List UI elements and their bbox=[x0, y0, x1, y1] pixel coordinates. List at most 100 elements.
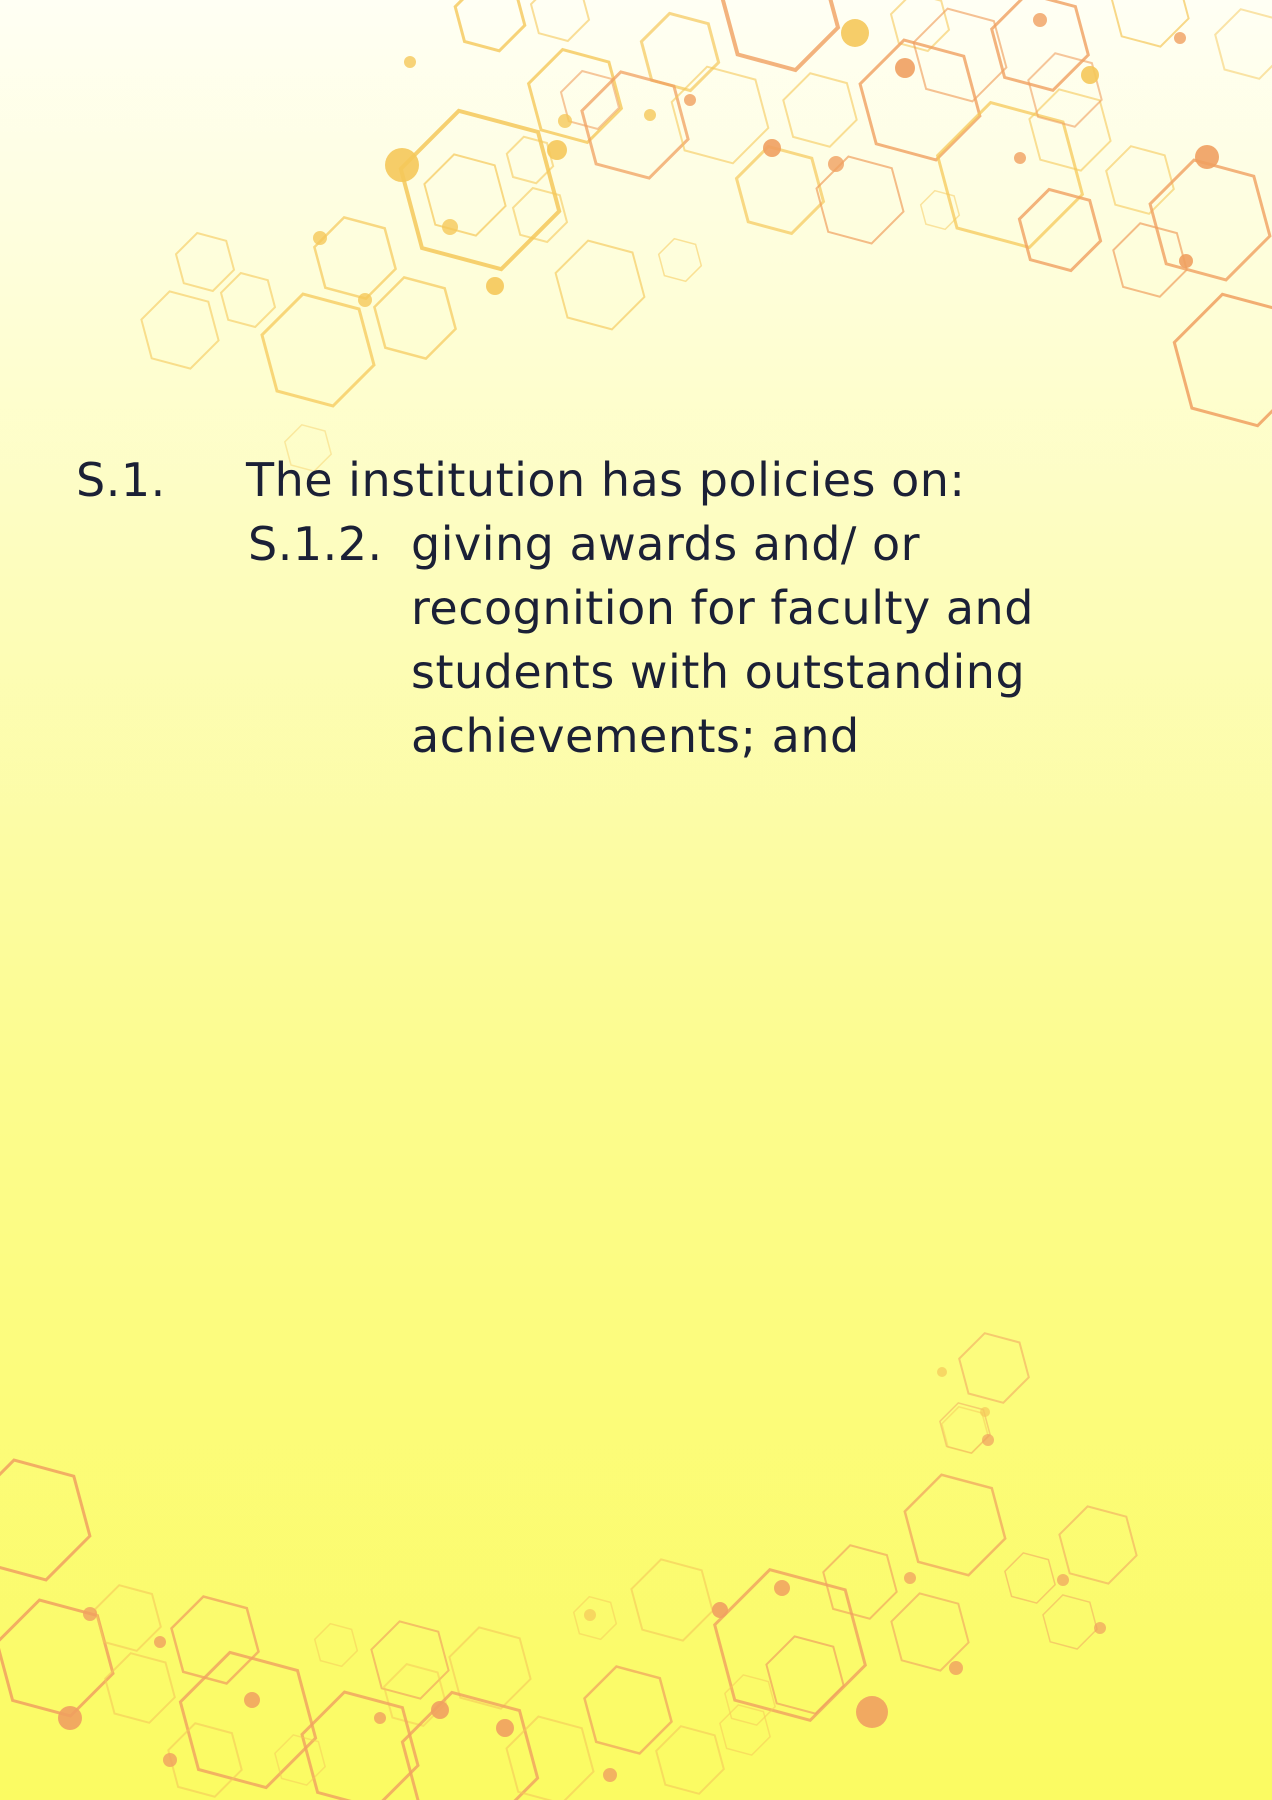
hexagon-shape bbox=[1017, 187, 1103, 273]
node-dot bbox=[558, 114, 572, 128]
node-dot bbox=[712, 1602, 728, 1618]
hexagon-shape bbox=[178, 1650, 318, 1790]
hexagon-network-decoration bbox=[0, 0, 1272, 1800]
hexagon-shape bbox=[657, 237, 703, 283]
hexagon-shape bbox=[890, 1592, 970, 1672]
node-dot bbox=[828, 156, 844, 172]
hexagon-shape bbox=[373, 276, 457, 360]
hexagon-shape bbox=[526, 47, 624, 145]
hexagon-shape bbox=[219, 271, 277, 329]
node-dot bbox=[1094, 1622, 1106, 1634]
node-dot bbox=[904, 1572, 916, 1584]
hexagon-shape bbox=[583, 1665, 673, 1755]
node-dot bbox=[374, 1712, 386, 1724]
hexagon-shape bbox=[140, 290, 220, 370]
node-dot bbox=[1174, 32, 1186, 44]
hexagon-shape bbox=[1004, 1552, 1056, 1604]
hexagon-shape bbox=[313, 216, 397, 300]
hexagon-shape bbox=[370, 1620, 450, 1700]
node-dot bbox=[1033, 13, 1047, 27]
node-dot bbox=[856, 1696, 888, 1728]
hexagon-shape bbox=[453, 0, 527, 53]
hexagon-shape bbox=[1214, 8, 1272, 80]
hexagon-shape bbox=[505, 1715, 595, 1800]
subsection-line: students with outstanding bbox=[411, 645, 1026, 699]
hexagon-shape bbox=[782, 72, 858, 148]
hexagon-shape bbox=[167, 1722, 243, 1798]
node-dot bbox=[547, 140, 567, 160]
hexagon-shape bbox=[1028, 88, 1112, 172]
node-dot bbox=[603, 1768, 617, 1782]
hexagon-shape bbox=[655, 1725, 725, 1795]
hexagon-shape bbox=[400, 1690, 540, 1800]
node-dot bbox=[486, 277, 504, 295]
node-dot bbox=[763, 139, 781, 157]
hexagon-shape bbox=[903, 1473, 1007, 1577]
node-dot bbox=[163, 1753, 177, 1767]
hexagon-shape bbox=[935, 100, 1085, 250]
hexagon-shape bbox=[713, 1568, 867, 1722]
node-dot bbox=[154, 1636, 166, 1648]
hexagon-shape bbox=[630, 1558, 714, 1642]
hexagon-shape bbox=[1042, 1594, 1098, 1650]
hexagon-shape bbox=[719, 1704, 771, 1756]
node-dot bbox=[1057, 1574, 1069, 1586]
node-dot bbox=[404, 56, 416, 68]
node-dot bbox=[895, 58, 915, 78]
subsection-line: recognition for faculty and bbox=[411, 581, 1034, 635]
node-dot bbox=[83, 1607, 97, 1621]
hexagon-shape bbox=[1105, 145, 1175, 215]
node-dot bbox=[644, 109, 656, 121]
node-dot bbox=[980, 1407, 990, 1417]
hexagon-shape bbox=[511, 186, 569, 244]
hexagon-shape bbox=[170, 1595, 260, 1685]
hexagon-shape bbox=[670, 65, 770, 165]
node-dot bbox=[431, 1701, 449, 1719]
subsection-line: giving awards and/ or bbox=[411, 517, 921, 571]
hexagon-shape bbox=[858, 38, 982, 162]
node-dot bbox=[684, 94, 696, 106]
node-dot bbox=[584, 1609, 596, 1621]
node-dot bbox=[313, 231, 327, 245]
hexagon-shape bbox=[1148, 158, 1272, 282]
hexagon-shape bbox=[260, 292, 376, 408]
node-dot bbox=[949, 1661, 963, 1675]
hexagon-shape bbox=[765, 1635, 845, 1715]
node-dot bbox=[358, 293, 372, 307]
node-dot bbox=[1014, 152, 1026, 164]
node-dot bbox=[58, 1706, 82, 1730]
node-dot bbox=[841, 19, 869, 47]
hexagon-shape bbox=[423, 153, 507, 237]
hexagon-shape bbox=[398, 108, 562, 272]
subsection-text: giving awards and/ or recognition for fa… bbox=[411, 512, 1034, 768]
hexagon-shape bbox=[554, 239, 646, 331]
hexagon-shape bbox=[734, 144, 826, 236]
node-dot bbox=[244, 1692, 260, 1708]
hexagon-shape bbox=[1058, 1505, 1138, 1585]
hexagon-shape bbox=[0, 1458, 92, 1582]
hexagon-shape bbox=[958, 1332, 1030, 1404]
node-dot bbox=[385, 148, 419, 182]
node-dot bbox=[774, 1580, 790, 1596]
node-dot bbox=[442, 219, 458, 235]
hexagon-shape bbox=[720, 0, 841, 73]
node-dot bbox=[1179, 254, 1193, 268]
hexagon-shape bbox=[174, 231, 236, 293]
section-number: S.1. bbox=[76, 453, 166, 507]
hexagon-shape bbox=[815, 155, 905, 245]
node-dot bbox=[937, 1367, 947, 1377]
hexagon-shape bbox=[1112, 222, 1188, 298]
node-dot bbox=[1195, 145, 1219, 169]
node-dot bbox=[982, 1434, 994, 1446]
hexagon-shape bbox=[529, 0, 591, 43]
hexagon-shape bbox=[104, 1652, 176, 1724]
hexagon-shape bbox=[580, 70, 690, 180]
node-dot bbox=[496, 1719, 514, 1737]
subsection-line: achievements; and bbox=[411, 709, 860, 763]
hexagon-shape bbox=[274, 1734, 326, 1786]
hexagon-shape bbox=[313, 1622, 359, 1668]
subsection-number: S.1.2. bbox=[248, 517, 383, 571]
hexagon-shape bbox=[724, 1674, 776, 1726]
node-dot bbox=[1081, 66, 1099, 84]
section-heading: The institution has policies on: bbox=[246, 453, 966, 507]
